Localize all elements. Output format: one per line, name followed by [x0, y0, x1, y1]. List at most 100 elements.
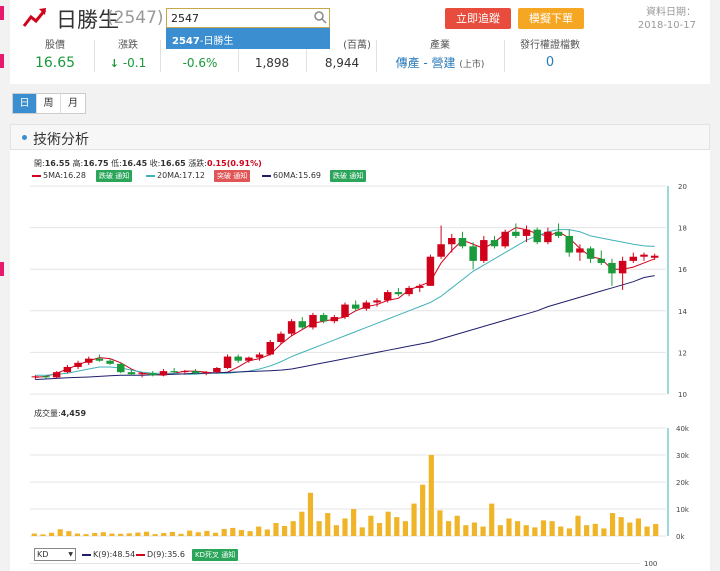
candle-body [565, 235, 573, 253]
section-title: 技術分析 [33, 132, 89, 148]
volume-bar [558, 526, 564, 536]
volume-bar [230, 527, 236, 536]
candle-body [608, 262, 616, 274]
candle-body [181, 371, 189, 373]
candle-body [373, 300, 381, 303]
d-label: D(9):35.6 [147, 550, 185, 559]
volume-bar [83, 534, 89, 536]
warrant-col: 發行權證檔數 0 [510, 38, 590, 78]
volume-bar [351, 509, 357, 536]
kd-alert-button[interactable]: KD死叉 通知 [192, 549, 239, 561]
candle-body [31, 376, 40, 378]
simulate-order-button[interactable]: 模擬下單 [518, 8, 584, 29]
data-date-label: 資料日期： [646, 7, 696, 18]
candle-body [650, 255, 659, 258]
change-value: ↓ -0.1 [98, 54, 158, 72]
volume-chart: 40k 30k 20k 10k 0k [30, 425, 690, 541]
indicator-select[interactable]: KD ▼ [34, 548, 76, 561]
volume-bar [299, 511, 305, 536]
candle-body [255, 354, 264, 358]
candle-body [586, 248, 595, 259]
candle-body [383, 292, 392, 301]
side-marker [0, 54, 4, 68]
candle-body [544, 231, 552, 243]
volume-bar [264, 529, 270, 536]
volume-bar [402, 521, 408, 536]
search-suggestion[interactable]: 2547-日勝生 [166, 28, 330, 49]
volume-bar [454, 515, 460, 536]
data-date: 資料日期： 2018-10-17 [636, 6, 696, 32]
candle-body [640, 254, 648, 257]
candle-body [159, 371, 168, 376]
candle-body [618, 260, 627, 274]
volume-bar [627, 522, 633, 536]
candle-body [522, 229, 531, 236]
candle-body [309, 314, 317, 328]
volume-bar [307, 492, 314, 536]
candle-body [629, 256, 638, 261]
price-chart: 20 18 16 14 12 10 [30, 183, 687, 399]
track-button[interactable]: 立即追蹤 [445, 8, 511, 29]
suggestion-name: -日勝生 [199, 36, 234, 47]
volume-bar [31, 533, 37, 536]
arrow-down-icon: ↓ [109, 57, 119, 70]
k-label: K(9):48.54 [93, 550, 136, 559]
tab-week[interactable]: 周 [37, 94, 61, 113]
volume-bar [584, 525, 590, 536]
candle-body [213, 368, 221, 373]
volume-bar [187, 530, 193, 536]
candle-body [298, 321, 307, 328]
candle-body [437, 244, 445, 257]
tab-month[interactable]: 月 [61, 94, 85, 113]
price-col: 股價 16.65 [20, 38, 90, 78]
candle-body [52, 372, 61, 378]
candle-body [287, 321, 296, 334]
volume-bar [653, 523, 659, 536]
price-label: 股價 [45, 40, 65, 51]
volume-bar [247, 531, 253, 536]
candle-body [597, 258, 606, 263]
volume-bar [273, 523, 279, 536]
volume-bar [471, 522, 478, 536]
volume-bar [540, 520, 547, 536]
period-tabs: 日 周 月 [12, 93, 86, 114]
volume-bar [644, 526, 650, 536]
candle-body [554, 231, 563, 236]
tab-day[interactable]: 日 [13, 94, 37, 113]
candle-body [106, 360, 114, 364]
side-marker [0, 6, 4, 20]
volume-bar [152, 534, 158, 536]
volume-bar [333, 525, 339, 536]
candle-body [245, 357, 253, 361]
volume-bar [135, 532, 141, 536]
search-input[interactable]: 2547 [166, 8, 330, 28]
search-icon[interactable] [313, 10, 327, 24]
candle-body [223, 356, 232, 368]
trend-up-icon [22, 8, 47, 27]
volume-bar [282, 526, 288, 536]
candle-body [576, 248, 584, 253]
price-axis-tick: 10 [678, 391, 687, 399]
volume-bar [92, 533, 98, 536]
divider [94, 40, 95, 72]
volume-bar [100, 532, 106, 536]
industry-value[interactable]: 傳產 - 營建 (上市) [380, 54, 500, 72]
amount-value: 8,944 [324, 56, 360, 70]
candle-body [84, 358, 93, 363]
candle-body [191, 371, 200, 374]
candle-body [319, 314, 328, 322]
candle-body [533, 229, 541, 243]
bullet-icon [22, 135, 27, 140]
volume-bar [195, 532, 201, 536]
volume-bar [506, 518, 512, 536]
candle-body [266, 342, 274, 355]
change-label: 漲跌 [118, 40, 138, 51]
volume-bar [126, 533, 132, 536]
candle-body [42, 376, 50, 378]
volume-axis-tick: 0k [676, 533, 685, 541]
candle-body [74, 362, 82, 367]
warrant-count[interactable]: 0 [510, 54, 590, 72]
suggestion-code: 2547 [172, 36, 200, 47]
volume-bar [592, 523, 598, 536]
volume-bar [212, 532, 219, 536]
